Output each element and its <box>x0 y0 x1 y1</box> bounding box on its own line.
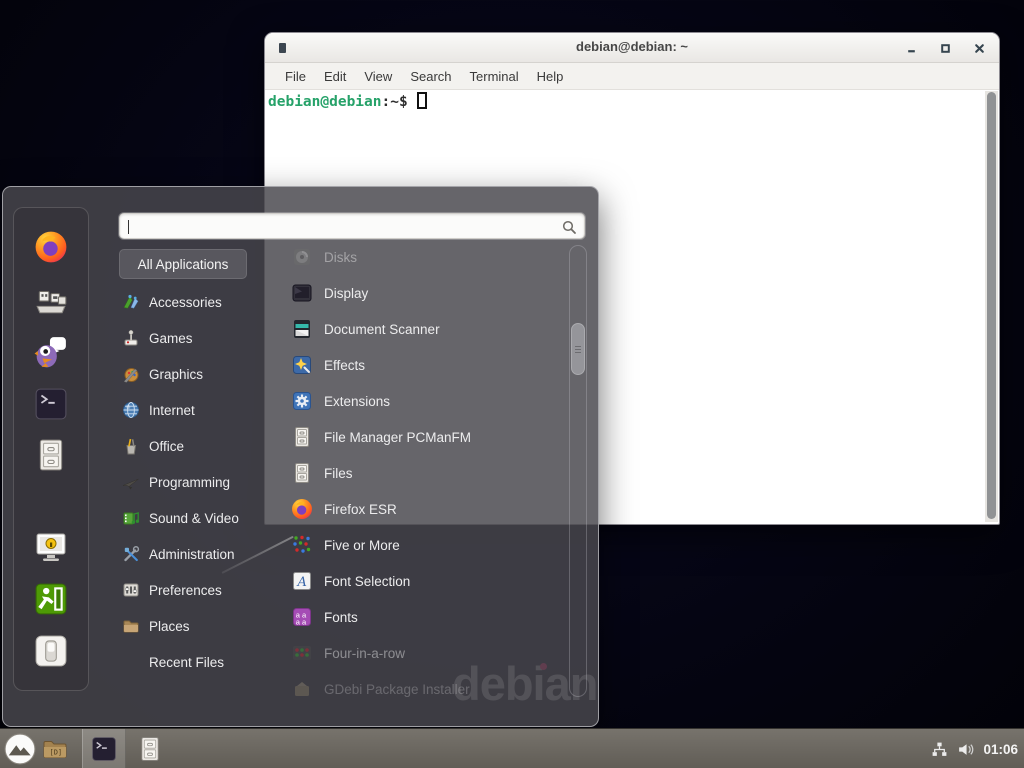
app-firefox-esr[interactable]: Firefox ESR <box>291 491 565 527</box>
favorite-firefox[interactable] <box>34 230 68 264</box>
games-icon <box>122 329 140 347</box>
fonts-icon: a a a a <box>291 606 313 628</box>
extensions-icon <box>291 390 313 412</box>
terminal-scrollbar-thumb[interactable] <box>987 92 996 519</box>
shutdown-button[interactable] <box>34 634 68 668</box>
app-font-selection[interactable]: A Font Selection <box>291 563 565 599</box>
document-scanner-icon <box>291 318 313 340</box>
recent-files-spacer <box>122 653 140 671</box>
app-document-scanner[interactable]: Document Scanner <box>291 311 565 347</box>
maximize-button[interactable] <box>940 43 951 54</box>
favorite-terminal[interactable] <box>34 387 68 421</box>
category-programming[interactable]: Programming <box>122 464 274 500</box>
disks-icon <box>291 246 313 268</box>
favorite-pidgin[interactable] <box>34 335 68 369</box>
programming-icon <box>122 473 140 491</box>
menu-search-box <box>119 213 585 239</box>
terminal-icon <box>91 736 117 762</box>
terminal-prompt: debian@debian:~$ <box>268 92 427 110</box>
app-effects[interactable]: Effects <box>291 347 565 383</box>
minimize-button[interactable] <box>906 43 917 54</box>
five-or-more-icon <box>291 534 313 556</box>
terminal-menubar: File Edit View Search Terminal Help <box>265 63 999 90</box>
effects-icon <box>291 354 313 376</box>
category-internet[interactable]: Internet <box>122 392 274 428</box>
app-display[interactable]: Display <box>291 275 565 311</box>
category-graphics[interactable]: Graphics <box>122 356 274 392</box>
sound-video-icon <box>122 509 140 527</box>
category-sound-video[interactable]: Sound & Video <box>122 500 274 536</box>
close-button[interactable] <box>974 43 985 54</box>
prompt-user-host: debian@debian <box>268 94 382 110</box>
taskbar-terminal-button[interactable] <box>82 729 126 768</box>
category-preferences[interactable]: Preferences <box>122 572 274 608</box>
logout-button[interactable] <box>34 582 68 616</box>
administration-icon <box>122 545 140 563</box>
app-disks[interactable]: Disks <box>291 239 565 275</box>
text-caret <box>128 220 129 234</box>
terminal-cursor <box>417 92 427 109</box>
favorite-file-manager[interactable] <box>34 438 68 472</box>
app-four-in-a-row[interactable]: Four-in-a-row <box>291 635 565 671</box>
category-office[interactable]: Office <box>122 428 274 464</box>
category-places[interactable]: Places <box>122 608 274 644</box>
start-menu: All Applications Accessories Games Graph… <box>2 186 599 727</box>
svg-text:a a: a a <box>296 618 307 627</box>
gdebi-icon <box>291 678 313 700</box>
category-all-applications[interactable]: All Applications <box>119 249 247 279</box>
svg-text:[D]: [D] <box>50 749 63 757</box>
places-icon <box>122 617 140 635</box>
category-administration[interactable]: Administration <box>122 536 274 572</box>
lock-screen-button[interactable] <box>34 530 68 564</box>
terminal-titlebar[interactable]: debian@debian: ~ <box>265 33 999 63</box>
menu-file[interactable]: File <box>276 69 315 84</box>
favorite-package-manager[interactable] <box>34 283 68 317</box>
app-extensions[interactable]: Extensions <box>291 383 565 419</box>
file-cabinet-icon <box>291 426 313 448</box>
four-in-a-row-icon <box>291 642 313 664</box>
category-games[interactable]: Games <box>122 320 274 356</box>
file-cabinet-icon <box>291 462 313 484</box>
app-files[interactable]: Files <box>291 455 565 491</box>
menu-view[interactable]: View <box>355 69 401 84</box>
taskbar-files-launcher[interactable] <box>137 736 163 762</box>
font-selection-icon: A <box>291 570 313 592</box>
menu-search[interactable]: Search <box>401 69 460 84</box>
menu-edit[interactable]: Edit <box>315 69 355 84</box>
window-title: debian@debian: ~ <box>265 39 999 54</box>
svg-text:A: A <box>297 575 307 590</box>
graphics-icon <box>122 365 140 383</box>
app-fonts[interactable]: a a a a Fonts <box>291 599 565 635</box>
category-accessories[interactable]: Accessories <box>122 284 274 320</box>
internet-icon <box>122 401 140 419</box>
menu-scrollbar-track[interactable] <box>569 245 587 697</box>
prompt-path: :~$ <box>382 94 408 110</box>
office-icon <box>122 437 140 455</box>
start-menu-button[interactable] <box>4 733 36 765</box>
preferences-icon <box>122 581 140 599</box>
network-icon[interactable] <box>931 741 948 758</box>
app-pcmanfm[interactable]: File Manager PCManFM <box>291 419 565 455</box>
firefox-icon <box>291 498 313 520</box>
category-recent-files[interactable]: Recent Files <box>122 644 274 680</box>
app-gdebi[interactable]: GDebi Package Installer <box>291 671 565 707</box>
terminal-scrollbar[interactable] <box>985 91 998 522</box>
clock[interactable]: 01:06 <box>983 742 1018 757</box>
menu-search-input[interactable] <box>128 216 548 236</box>
menu-scrollbar-thumb[interactable] <box>571 323 585 375</box>
menu-terminal[interactable]: Terminal <box>461 69 528 84</box>
volume-icon[interactable] <box>957 741 974 758</box>
display-icon <box>291 282 313 304</box>
desktop-folder-launcher[interactable]: [D] <box>42 736 68 762</box>
taskbar: [D] 01:06 <box>0 728 1024 768</box>
accessories-icon <box>122 293 140 311</box>
menu-help[interactable]: Help <box>528 69 573 84</box>
search-icon <box>561 219 577 235</box>
app-five-or-more[interactable]: Five or More <box>291 527 565 563</box>
